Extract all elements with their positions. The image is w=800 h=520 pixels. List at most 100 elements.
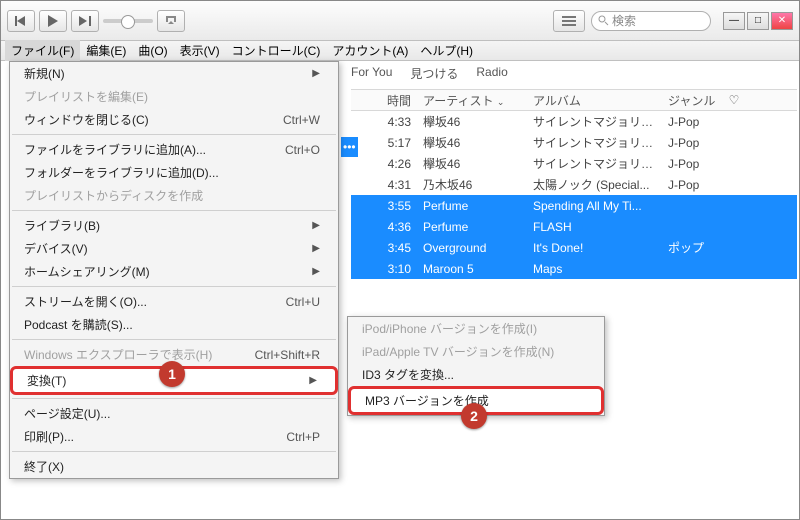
table-row[interactable]: 3:45OvergroundIt's Done!ポップ [351,237,797,258]
menu-item-label: ホームシェアリング(M) [24,263,150,280]
menu-shortcut: Ctrl+O [285,143,320,157]
minimize-button[interactable]: — [723,12,745,30]
menu-item[interactable]: Podcast を購読(S)... [10,313,338,336]
menu-edit[interactable]: 編集(E) [80,40,132,61]
menu-item-label: 新規(N) [24,65,65,82]
table-row[interactable]: 4:36PerfumeFLASH [351,216,797,237]
cell-time: 3:45 [351,241,417,255]
tab-radio[interactable]: Radio [476,65,507,82]
menu-item[interactable]: ライブラリ(B) ▶ [10,214,338,237]
menu-shortcut: Ctrl+W [283,113,320,127]
airplay-button[interactable] [157,10,185,32]
menu-item[interactable]: フォルダーをライブラリに追加(D)... [10,161,338,184]
close-button[interactable]: ✕ [771,12,793,30]
cell-time: 5:17 [351,136,417,150]
col-album[interactable]: アルバム [527,92,662,109]
menu-item: プレイリストからディスクを作成 [10,184,338,207]
submenu-arrow-icon: ▶ [312,243,320,254]
col-time[interactable]: 時間 [351,92,417,109]
table-row[interactable]: 3:55PerfumeSpending All My Ti... [351,195,797,216]
menu-item: iPod/iPhone バージョンを作成(I) [348,317,604,340]
menu-file[interactable]: ファイル(F) [5,40,80,61]
menu-item[interactable]: ストリームを開く(O)...Ctrl+U [10,290,338,313]
menu-item[interactable]: ウィンドウを閉じる(C) Ctrl+W [10,108,338,131]
menu-view[interactable]: 表示(V) [174,40,226,61]
menu-item[interactable]: 終了(X) [10,455,338,478]
cell-artist: Maroon 5 [417,262,527,276]
menubar: ファイル(F) 編集(E) 曲(O) 表示(V) コントロール(C) アカウント… [1,41,799,61]
menu-help[interactable]: ヘルプ(H) [414,40,479,61]
cell-genre: J-Pop [662,178,722,192]
cell-time: 4:26 [351,157,417,171]
cell-artist: 欅坂46 [417,134,527,151]
cell-time: 4:36 [351,220,417,234]
menu-item[interactable]: ID3 タグを変換... [348,363,604,386]
cell-genre: J-Pop [662,157,722,171]
next-button[interactable] [71,10,99,32]
cell-artist: Perfume [417,199,527,213]
menu-item[interactable]: ホームシェアリング(M)▶ [10,260,338,283]
menu-account[interactable]: アカウント(A) [326,40,414,61]
submenu-arrow-icon: ▶ [312,220,320,231]
menu-item-label: プレイリストからディスクを作成 [24,187,203,204]
menu-item[interactable]: 印刷(P)...Ctrl+P [10,425,338,448]
menu-item-label: ウィンドウを閉じる(C) [24,111,149,128]
table-row[interactable]: 3:10Maroon 5Maps [351,258,797,279]
list-view-icon[interactable] [553,10,585,32]
file-menu: 新規(N)▶プレイリストを編集(E)ウィンドウを閉じる(C)Ctrl+Wファイル… [9,61,339,479]
annotation-badge-1: 1 [159,361,185,387]
menu-item[interactable]: ページ設定(U)... [10,402,338,425]
cell-album: Maps [527,262,662,276]
nav-tabs: For You 見つける Radio [351,65,508,82]
menu-item-label: フォルダーをライブラリに追加(D)... [24,164,219,181]
table-row[interactable]: 4:33欅坂46サイレントマジョリティ...J-Pop [351,111,797,132]
menu-controls[interactable]: コントロール(C) [226,40,327,61]
menu-item-label: 終了(X) [24,458,64,475]
menu-item-label: ID3 タグを変換... [362,366,454,383]
col-genre[interactable]: ジャンル [662,92,722,109]
col-love[interactable]: ♡ [722,93,746,107]
menu-shortcut: Ctrl+Shift+R [255,348,320,362]
prev-button[interactable] [7,10,35,32]
menu-item-label: プレイリストを編集(E) [24,88,148,105]
play-controls [7,10,185,32]
cell-artist: 欅坂46 [417,113,527,130]
table-header: 時間 アーティスト ⌄ アルバム ジャンル ♡ [351,89,797,111]
search-input[interactable]: 検索 [591,11,711,31]
menu-item: iPad/Apple TV バージョンを作成(N) [348,340,604,363]
table-row[interactable]: 4:31乃木坂46太陽ノック (Special...J-Pop [351,174,797,195]
menu-song[interactable]: 曲(O) [132,40,173,61]
menu-item-label: 印刷(P)... [24,428,74,445]
annotation-badge-2: 2 [461,403,487,429]
volume-slider[interactable] [103,19,153,23]
toolbar: 検索 — □ ✕ [1,1,799,41]
cell-album: FLASH [527,220,662,234]
menu-item: プレイリストを編集(E) [10,85,338,108]
menu-item[interactable]: 新規(N)▶ [10,62,338,85]
cell-time: 3:10 [351,262,417,276]
col-artist[interactable]: アーティスト ⌄ [417,92,527,109]
tab-discover[interactable]: 見つける [410,65,458,82]
cell-time: 4:31 [351,178,417,192]
tab-foryou[interactable]: For You [351,65,392,82]
menu-item[interactable]: デバイス(V) ▶ [10,237,338,260]
menu-item-label: Windows エクスプローラで表示(H) [24,346,212,363]
convert-submenu: iPod/iPhone バージョンを作成(I) iPad/Apple TV バージ… [347,316,605,416]
cell-artist: 欅坂46 [417,155,527,172]
cell-genre: ポップ [662,239,722,256]
row-more-icon[interactable]: ••• [341,137,358,157]
maximize-button[interactable]: □ [747,12,769,30]
menu-item-label: ライブラリ(B) [24,217,100,234]
cell-album: サイレントマジョリティ... [527,134,662,151]
menu-item-label: Podcast を購読(S)... [24,316,133,333]
menu-item-label: iPod/iPhone バージョンを作成(I) [362,320,537,337]
menu-item-label: デバイス(V) [24,240,88,257]
play-button[interactable] [39,10,67,32]
sort-indicator-icon: ⌄ [497,97,505,107]
cell-genre: J-Pop [662,136,722,150]
table-row[interactable]: 4:26欅坂46サイレントマジョリティ...J-Pop [351,153,797,174]
table-row[interactable]: 5:17欅坂46サイレントマジョリティ...J-Pop [351,132,797,153]
menu-item[interactable]: ファイルをライブラリに追加(A)...Ctrl+O [10,138,338,161]
cell-album: サイレントマジョリティ... [527,155,662,172]
search-placeholder: 検索 [612,12,636,29]
